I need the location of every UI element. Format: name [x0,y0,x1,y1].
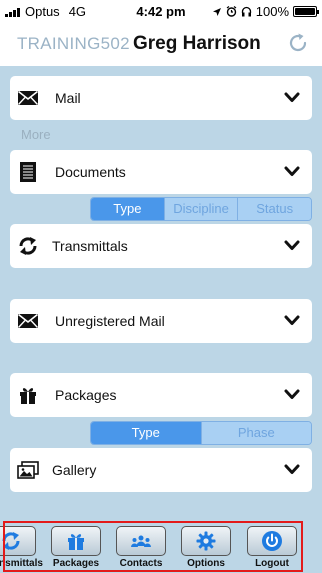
documents-sort-control: Type Discipline Status [90,197,312,221]
battery-fill [295,8,315,15]
chevron-down-icon [284,464,300,474]
chevron-down-icon [284,389,300,399]
document-icon [17,161,39,183]
mail-card[interactable]: Mail [10,76,312,120]
gallery-icon [17,459,39,481]
documents-sort-type[interactable]: Type [91,198,165,220]
status-right: 100% [212,4,319,19]
header: TRAINING502 Greg Harrison [0,22,322,66]
unregistered-mail-card[interactable]: Unregistered Mail [10,299,312,343]
user-name: Greg Harrison [133,33,261,54]
gallery-card[interactable]: Gallery [10,448,312,492]
transmittals-label: Transmittals [52,238,128,254]
mail-label: Mail [55,90,81,106]
packages-sort-control: Type Phase [90,421,312,445]
chevron-down-icon [284,315,300,325]
chevron-down-icon [284,166,300,176]
packages-sort-phase[interactable]: Phase [201,422,311,444]
envelope-icon [17,310,39,332]
refresh-icon[interactable] [286,31,310,55]
tab-bar-highlight [3,521,303,572]
alarm-icon [226,6,237,17]
project-code: TRAINING502 [17,34,130,53]
documents-label: Documents [55,164,126,180]
documents-sort-status[interactable]: Status [238,198,311,220]
battery-icon [293,6,319,17]
tab-bar: nsmittals Packages Contacts Options Logo… [0,519,322,573]
gallery-label: Gallery [52,462,97,478]
battery-percent: 100% [255,4,289,19]
documents-sort-discipline[interactable]: Discipline [164,198,239,220]
chevron-down-icon [284,240,300,250]
documents-card[interactable]: Documents [10,150,312,194]
chevron-down-icon [284,92,300,102]
unregistered-mail-label: Unregistered Mail [55,313,165,329]
gift-icon [17,384,39,406]
transmittals-card[interactable]: Transmittals [10,224,312,268]
headphones-icon [241,6,251,17]
envelope-icon [17,87,39,109]
more-label: More [21,127,51,142]
location-icon [212,7,221,16]
status-bar: Optus 4G 4:42 pm 100% [0,0,322,22]
packages-card[interactable]: Packages [10,373,312,417]
packages-label: Packages [55,387,117,403]
transfer-icon [17,235,39,257]
packages-sort-type[interactable]: Type [91,422,202,444]
